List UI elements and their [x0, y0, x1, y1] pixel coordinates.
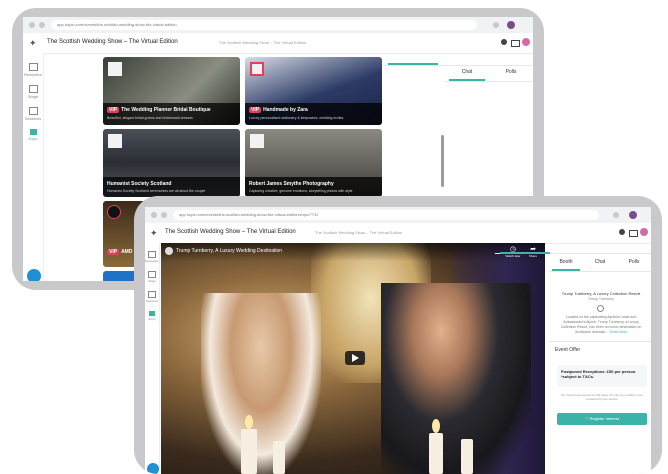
front-star-icon[interactable] [613, 212, 619, 218]
back-rail-sessions[interactable]: Sessions [23, 107, 43, 121]
zara-logo [250, 62, 264, 76]
candle-far-right [461, 439, 473, 474]
front-app-bar: ✦ The Scottish Wedding Show – The Virtua… [145, 223, 651, 244]
heart-icon: ♡ [584, 416, 589, 421]
back-scrollbar[interactable] [441, 135, 444, 187]
front-hopin-logo-icon[interactable]: ✦ [150, 228, 158, 239]
back-hopin-logo-icon[interactable]: ✦ [29, 38, 37, 49]
expo-card-desc: Humanist Society Scotland ceremonies are… [107, 189, 206, 193]
front-app-title: The Scottish Wedding Show – The Virtual … [165, 229, 296, 235]
back-star-icon[interactable] [493, 22, 499, 28]
expo-card-robert-james-smythe[interactable]: Robert James Smythe Photography Capturin… [245, 129, 382, 197]
front-help-button[interactable] [147, 463, 159, 474]
expo-card-name: Humanist Society Scotland [107, 181, 172, 187]
expo-card-desc: Luxury personalised stationery & keepsak… [249, 116, 344, 120]
front-mail-icon[interactable] [629, 230, 638, 237]
expo-card-name: VIP Handmade by Zara [249, 107, 308, 113]
back-url-bar[interactable]: app.hopin.com/events/the-scottish-weddin… [51, 20, 477, 30]
candle-right-flame [432, 419, 440, 433]
expo-card-desc: Capturing creative, genuine emotions, st… [249, 189, 353, 193]
tab-booth[interactable]: Booth [549, 259, 583, 265]
back-app-bar: ✦ The Scottish Wedding Show – The Virtua… [23, 33, 533, 54]
amd-logo [107, 205, 121, 219]
back-rail-expo[interactable]: Expo [23, 129, 43, 141]
globe-icon[interactable] [597, 305, 604, 312]
booth-tabs: Booth Chat Polls [549, 255, 651, 272]
video-player[interactable]: Trump Turnberry, A Luxury Wedding Destin… [161, 243, 545, 474]
bridal-boutique-logo [108, 62, 122, 76]
vip-badge: VIP [107, 249, 120, 255]
expo-card-desc: Beautiful, elegant bridal gowns and brid… [107, 116, 193, 120]
back-profile-avatar[interactable] [507, 21, 515, 29]
front-url-bar[interactable]: app.hopin.com/events/the-scottish-weddin… [173, 210, 599, 220]
expo-card-handmade-by-zara[interactable]: VIP Handmade by Zara Luxury personalised … [245, 57, 382, 125]
back-chat-tabs: Chat Polls [445, 65, 533, 82]
front-rail-stage[interactable]: Stage [145, 271, 159, 283]
humanist-logo [108, 134, 122, 148]
expo-card-name: VIP The Wedding Planner Bridal Boutique [107, 107, 211, 113]
candle-mid [273, 441, 285, 474]
front-rail-sessions[interactable]: Sessions [145, 291, 159, 303]
show-more-link[interactable]: Show More [609, 330, 627, 334]
expo-card-humanist-society[interactable]: Humanist Society Scotland Humanist Socie… [103, 129, 240, 197]
front-top-underline [500, 252, 550, 254]
back-rail-stage[interactable]: Stage [23, 85, 43, 99]
expo-card-name: Robert James Smythe Photography [249, 181, 334, 187]
back-mail-icon[interactable] [511, 40, 520, 47]
front-user-avatar[interactable] [640, 228, 648, 236]
front-left-rail: Reception Stage Sessions Expo [145, 243, 160, 474]
play-icon [352, 354, 359, 362]
front-screen: app.hopin.com/events/the-scottish-weddin… [145, 207, 651, 474]
offer-card: Postponed Receptions: £50 per person. *s… [557, 365, 647, 387]
candle-left [241, 429, 257, 474]
back-tab-underline [388, 63, 438, 65]
play-button[interactable] [345, 351, 365, 365]
front-rail-reception[interactable]: Reception [145, 251, 159, 263]
register-interest-button[interactable]: ♡ Register Interest [557, 413, 647, 425]
booth-name: Trump Turnberry, A Luxury Collection Res… [561, 291, 641, 296]
back-app-title: The Scottish Wedding Show – The Virtual … [47, 39, 178, 45]
channel-avatar[interactable] [165, 247, 173, 255]
video-title[interactable]: Trump Turnberry, A Luxury Wedding Destin… [176, 248, 282, 254]
back-left-rail: Reception Stage Sessions Expo [23, 53, 44, 281]
event-offer-label: Event Offer [555, 347, 581, 353]
panel-divider [549, 341, 651, 342]
bride-figure [201, 293, 321, 474]
back-rail-reception[interactable]: Reception [23, 63, 43, 77]
vip-badge: VIP [249, 107, 262, 113]
tab-polls[interactable]: Polls [617, 259, 651, 265]
front-people-icon[interactable] [619, 229, 625, 235]
front-rail-expo[interactable]: Expo [145, 311, 159, 321]
front-browser-chrome: app.hopin.com/events/the-scottish-weddin… [145, 207, 651, 224]
back-tab-chat[interactable]: Chat [445, 69, 489, 75]
back-people-icon[interactable] [501, 39, 507, 45]
front-tab-icon[interactable] [151, 212, 157, 218]
tab-chat[interactable]: Chat [583, 259, 617, 265]
back-chat-underline [449, 79, 485, 81]
booth-description: Located on the captivating Ayrshire coas… [560, 315, 642, 334]
candle-left-flame [245, 415, 253, 429]
back-user-avatar[interactable] [522, 38, 530, 46]
back-help-button[interactable] [27, 269, 41, 281]
back-browser-chrome: app.hopin.com/events/the-scottish-weddin… [23, 17, 533, 34]
groom-figure [381, 283, 531, 474]
smythe-logo [250, 134, 264, 148]
booth-tab-underline [552, 269, 580, 271]
back-tab-icon[interactable] [29, 22, 35, 28]
front-app-subtitle: The Scottish Wedding Show – The Virtual … [315, 230, 403, 235]
consent-text: By registering interest we will share th… [561, 393, 643, 401]
expo-card-name: VIP AMD [107, 249, 133, 255]
front-profile-avatar[interactable] [629, 211, 637, 219]
expo-card-bridal-boutique[interactable]: VIP The Wedding Planner Bridal Boutique B… [103, 57, 240, 125]
back-tab-polls[interactable]: Polls [489, 69, 533, 75]
candle-right [429, 433, 443, 474]
front-device-frame: app.hopin.com/events/the-scottish-weddin… [134, 196, 662, 474]
back-reload-icon[interactable] [39, 22, 45, 28]
vip-badge: VIP [107, 107, 120, 113]
offer-text: Postponed Receptions: £50 per person. *s… [561, 369, 637, 379]
back-app-subtitle: The Scottish Wedding Show – The Virtual … [219, 40, 307, 45]
front-reload-icon[interactable] [161, 212, 167, 218]
booth-subname: Trump Turnberry [588, 297, 614, 301]
